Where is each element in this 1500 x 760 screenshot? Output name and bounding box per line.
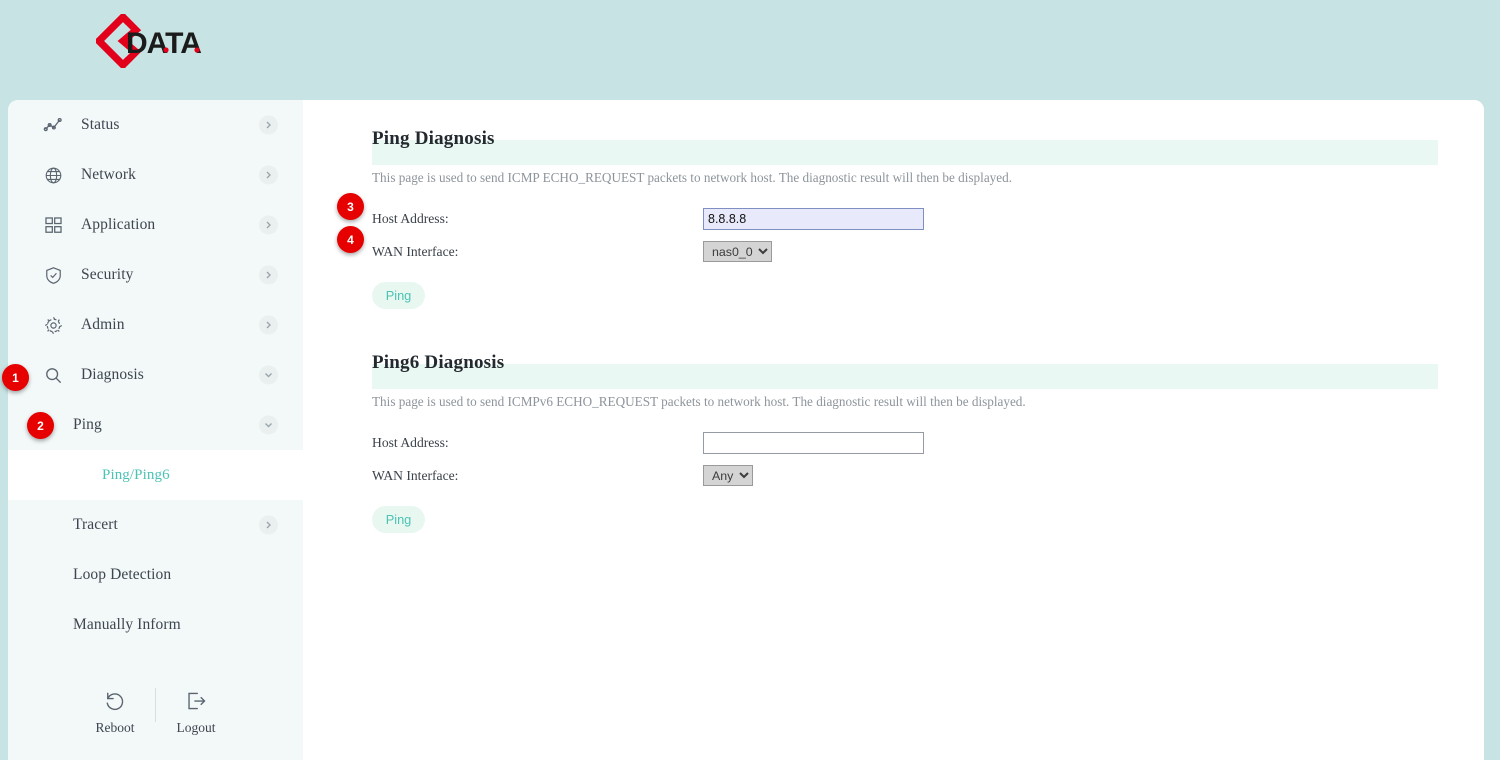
annotation-badge-2: 2 <box>27 412 54 439</box>
ping6-title: Ping6 Diagnosis <box>372 352 504 374</box>
line-chart-icon <box>42 114 64 136</box>
logout-icon <box>185 688 207 714</box>
sidebar-footer-actions: Reboot Logout <box>8 688 303 758</box>
logout-label: Logout <box>177 720 216 736</box>
sidebar-item-ping-ping6[interactable]: Ping/Ping6 <box>8 450 303 500</box>
logout-button[interactable]: Logout <box>164 688 228 736</box>
page-title: Ping Diagnosis <box>372 128 495 150</box>
ping6-host-address-row: Host Address: <box>372 426 1484 459</box>
sidebar-item-label: Network <box>81 166 136 184</box>
sidebar-item-application[interactable]: Application <box>8 200 303 250</box>
reboot-icon <box>104 688 126 714</box>
ping-host-address-row: Host Address: <box>372 202 1484 235</box>
sidebar-subitem-label: Loop Detection <box>73 566 171 584</box>
ping6-diagnosis-description: This page is used to send ICMPv6 ECHO_RE… <box>372 394 1484 410</box>
sidebar-item-label: Status <box>81 116 120 134</box>
grid-icon <box>42 214 64 236</box>
sidebar-subitem-label: Manually Inform <box>73 616 181 634</box>
sidebar-item-diagnosis[interactable]: Diagnosis <box>8 350 303 400</box>
ping6-host-address-input[interactable] <box>703 432 924 454</box>
svg-text:DATA: DATA <box>126 27 201 60</box>
chevron-right-icon[interactable] <box>259 216 278 235</box>
sidebar-child-label: Ping/Ping6 <box>102 467 170 484</box>
annotation-badge-3: 3 <box>337 193 364 220</box>
ping-wan-interface-select[interactable]: nas0_0 <box>703 241 772 262</box>
ping6-submit-button[interactable]: Ping <box>372 506 425 533</box>
footer-divider <box>155 688 156 722</box>
ping-diagnosis-section: Ping Diagnosis This page is used to send… <box>303 140 1484 309</box>
chevron-right-icon[interactable] <box>259 166 278 185</box>
ping6-host-address-label: Host Address: <box>372 435 703 451</box>
sidebar-subitem-label: Tracert <box>73 516 118 534</box>
shield-check-icon <box>42 264 64 286</box>
chevron-right-icon[interactable] <box>259 516 278 535</box>
ping-diagnosis-title-band: Ping Diagnosis <box>372 140 1438 165</box>
sidebar-item-label: Security <box>81 266 133 284</box>
main-content: Ping Diagnosis This page is used to send… <box>303 100 1484 760</box>
ping-diagnosis-description: This page is used to send ICMP ECHO_REQU… <box>372 170 1484 186</box>
gear-icon <box>42 314 64 336</box>
sidebar-item-admin[interactable]: Admin <box>8 300 303 350</box>
chevron-right-icon[interactable] <box>259 316 278 335</box>
chevron-down-icon[interactable] <box>259 366 278 385</box>
ping6-wan-interface-label: WAN Interface: <box>372 468 703 484</box>
ping-submit-button[interactable]: Ping <box>372 282 425 309</box>
ping6-wan-interface-row: WAN Interface: Any <box>372 459 1484 492</box>
ping-host-address-label: Host Address: <box>372 211 703 227</box>
reboot-label: Reboot <box>96 720 135 736</box>
app-card: Status Network <box>8 100 1484 760</box>
sidebar-subitem-tracert[interactable]: Tracert <box>8 500 303 550</box>
chevron-right-icon[interactable] <box>259 266 278 285</box>
annotation-badge-4: 4 <box>337 226 364 253</box>
sidebar-item-security[interactable]: Security <box>8 250 303 300</box>
ping-wan-interface-row: WAN Interface: nas0_0 <box>372 235 1484 268</box>
brand-logo[interactable]: DATA <box>96 14 226 68</box>
sidebar-subitem-manually-inform[interactable]: Manually Inform <box>8 600 303 650</box>
sidebar-item-label: Application <box>81 216 155 234</box>
sidebar-item-label: Admin <box>81 316 125 334</box>
ping6-diagnosis-section: Ping6 Diagnosis This page is used to sen… <box>303 364 1484 533</box>
ping-wan-interface-label: WAN Interface: <box>372 244 703 260</box>
chevron-down-icon[interactable] <box>259 416 278 435</box>
sidebar-subitem-label: Ping <box>73 416 102 434</box>
annotation-badge-1: 1 <box>2 364 29 391</box>
sidebar-item-status[interactable]: Status <box>8 100 303 150</box>
cdata-logo-icon: DATA <box>96 14 226 68</box>
magnifier-icon <box>42 364 64 386</box>
sidebar-item-network[interactable]: Network <box>8 150 303 200</box>
ping6-wan-interface-select[interactable]: Any <box>703 465 753 486</box>
chevron-right-icon[interactable] <box>259 116 278 135</box>
globe-icon <box>42 164 64 186</box>
sidebar-item-label: Diagnosis <box>81 366 144 384</box>
ping6-diagnosis-title-band: Ping6 Diagnosis <box>372 364 1438 389</box>
sidebar-subitem-loop-detection[interactable]: Loop Detection <box>8 550 303 600</box>
page-header: DATA <box>0 0 1500 84</box>
ping-host-address-input[interactable] <box>703 208 924 230</box>
reboot-button[interactable]: Reboot <box>83 688 147 736</box>
